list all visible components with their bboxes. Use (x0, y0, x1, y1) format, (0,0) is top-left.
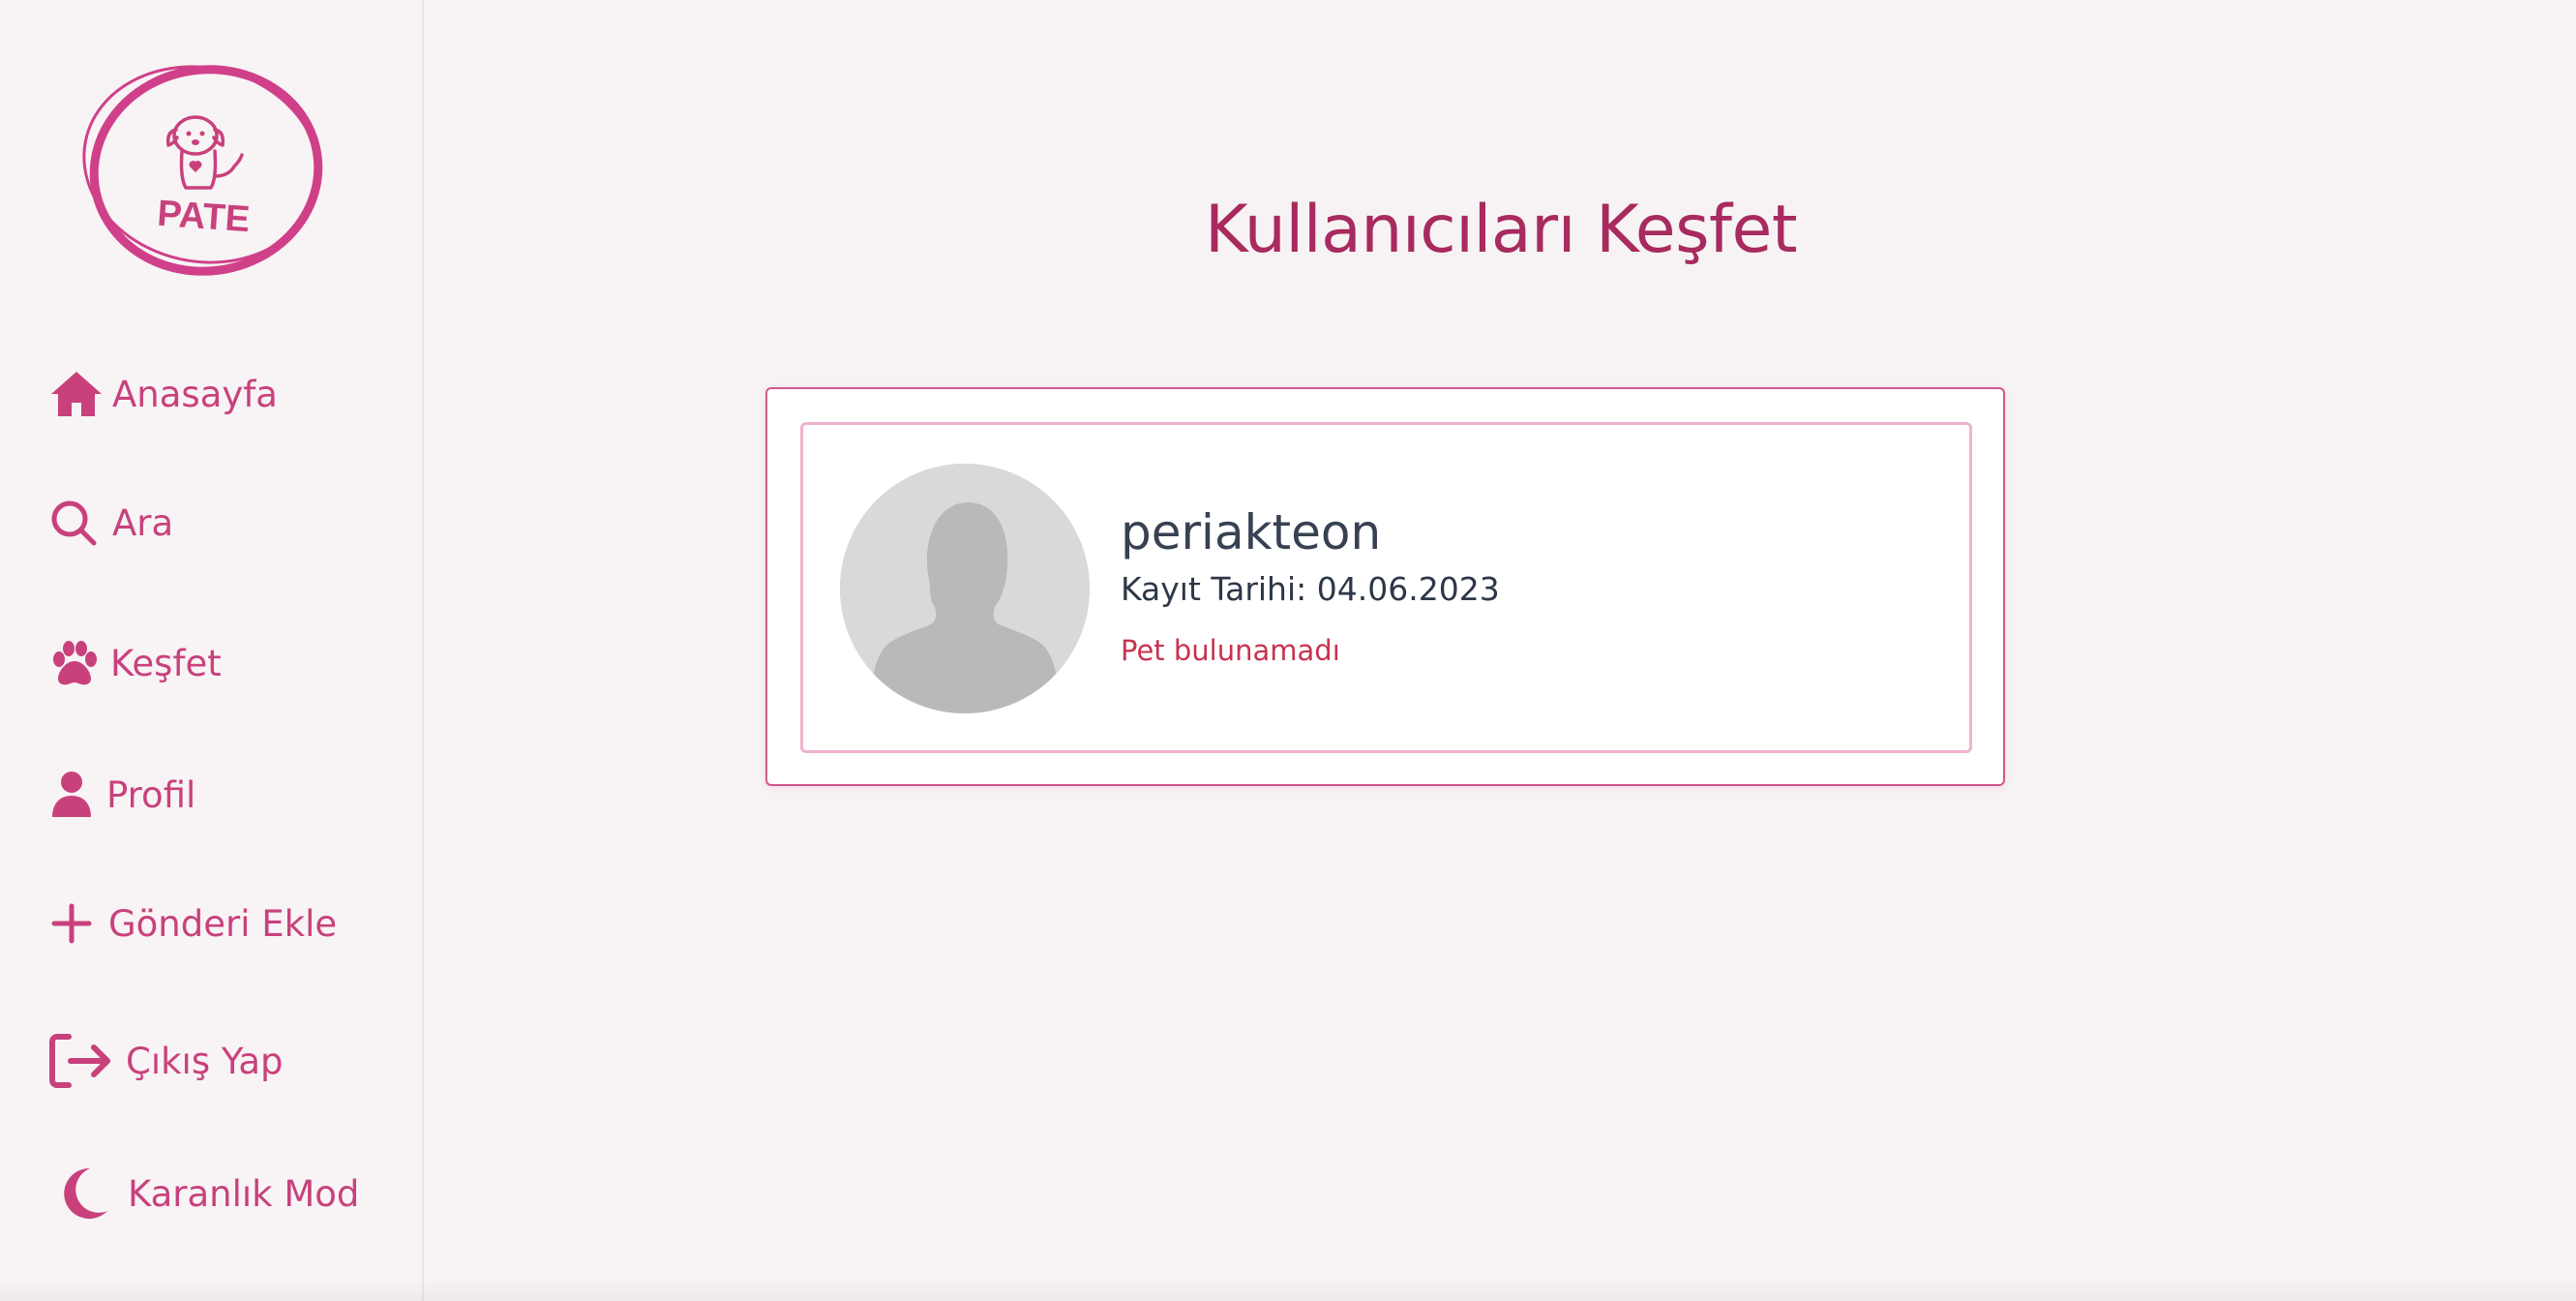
sidebar-item-label: Çıkış Yap (126, 1040, 284, 1082)
sidebar-item-gonderi-ekle[interactable]: Gönderi Ekle (48, 900, 337, 947)
sidebar-item-label: Gönderi Ekle (108, 902, 338, 945)
pate-logo[interactable]: PATE (81, 56, 331, 279)
sidebar-item-kesfet[interactable]: Keşfet (48, 637, 222, 689)
username[interactable]: periakteon (1121, 504, 1381, 560)
pet-status: Pet bulunamadı (1121, 634, 1340, 667)
home-icon (48, 366, 105, 422)
plus-icon (48, 900, 95, 947)
main-content: Kullanıcıları Keşfet periakteon Kayıt Ta… (426, 0, 2576, 1301)
sidebar-item-label: Ara (112, 501, 174, 544)
sidebar-item-karanlik-mod[interactable]: Karanlık Mod (48, 1164, 359, 1224)
sidebar-item-label: Keşfet (110, 642, 222, 684)
sidebar: PATE Anasayfa Ara Keşfet Profil Gönderi … (0, 0, 424, 1301)
sidebar-item-label: Karanlık Mod (128, 1172, 360, 1215)
registration-date: Kayıt Tarihi: 04.06.2023 (1121, 570, 1500, 608)
users-list: periakteon Kayıt Tarihi: 04.06.2023 Pet … (765, 387, 2005, 786)
sidebar-item-label: Anasayfa (112, 373, 278, 415)
user-icon (48, 769, 95, 821)
sidebar-item-anasayfa[interactable]: Anasayfa (48, 366, 278, 422)
logout-icon (48, 1032, 114, 1090)
paw-icon (48, 637, 101, 689)
sidebar-item-label: Profil (106, 773, 196, 816)
logo-text: PATE (156, 194, 251, 241)
user-card[interactable]: periakteon Kayıt Tarihi: 04.06.2023 Pet … (800, 422, 1972, 753)
page-title: Kullanıcıları Keşfet (1205, 192, 1797, 268)
sidebar-item-profil[interactable]: Profil (48, 769, 195, 821)
avatar[interactable] (840, 464, 1090, 713)
sidebar-item-cikis-yap[interactable]: Çıkış Yap (48, 1032, 284, 1090)
moon-icon (48, 1164, 118, 1224)
search-icon (48, 498, 99, 548)
sidebar-item-ara[interactable]: Ara (48, 498, 173, 548)
